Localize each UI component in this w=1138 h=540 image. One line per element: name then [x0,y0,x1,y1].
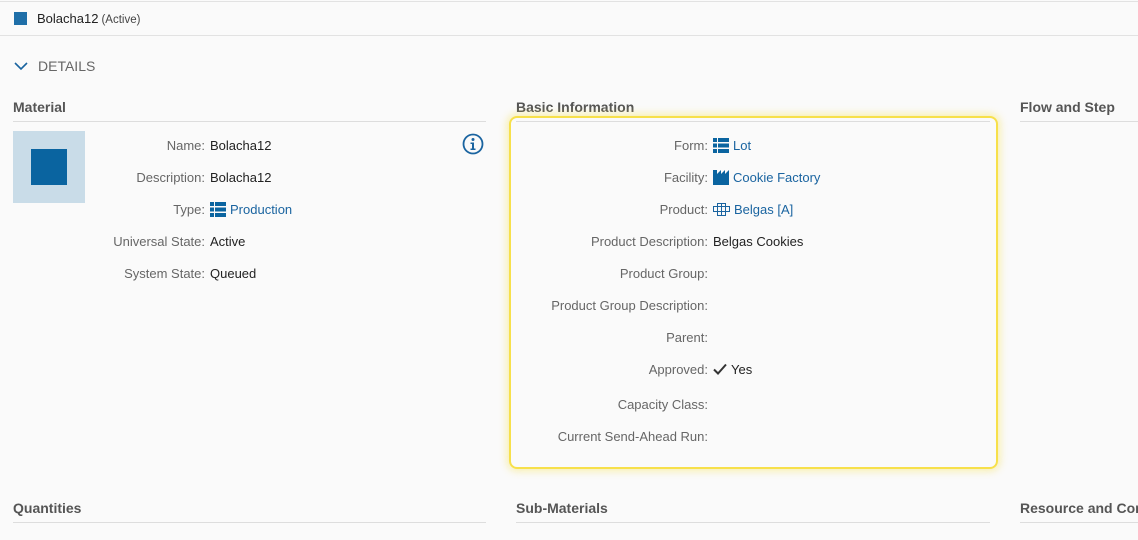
field-label: Name: [90,138,205,153]
field-label: System State: [90,266,205,281]
field-product-description: Product Description: Belgas Cookies [520,232,803,250]
details-toggle[interactable]: DETAILS [14,58,95,74]
field-label: Capacity Class: [520,397,708,412]
list-icon [713,138,729,153]
list-icon [210,202,226,217]
field-label: Current Send-Ahead Run: [520,429,708,444]
field-label: Facility: [520,170,708,185]
field-description: Description: Bolacha12 [90,168,271,186]
field-label: Parent: [520,330,708,345]
details-label: DETAILS [38,58,95,74]
form-value: Lot [733,138,751,153]
field-value: Active [210,234,245,249]
form-link[interactable]: Lot [713,138,751,153]
field-approved: Approved: Yes [520,360,752,378]
material-thumbnail [13,131,85,203]
type-value: Production [230,202,292,217]
product-icon [713,202,730,217]
field-label: Product Description: [520,234,708,249]
flow-step-heading: Flow and Step [1020,99,1138,122]
field-product: Product: Belgas [A] [520,200,793,218]
field-label: Product Group Description: [520,298,708,313]
field-form: Form: Lot [520,136,751,154]
field-label: Product: [520,202,708,217]
field-label: Product Group: [520,266,708,281]
field-facility: Facility: Cookie Factory [520,168,820,186]
entity-state: (Active) [101,14,140,26]
field-label: Description: [90,170,205,185]
entity-title: Bolacha12(Active) [37,11,140,26]
field-value: Queued [210,266,256,281]
field-universal-state: Universal State: Active [90,232,245,250]
field-parent: Parent: [520,328,713,346]
field-name: Name: Bolacha12 [90,136,271,154]
field-label: Universal State: [90,234,205,249]
field-label: Approved: [520,362,708,377]
approved-value: Yes [731,362,752,377]
resource-heading: Resource and Con [1020,500,1138,523]
field-label: Form: [520,138,708,153]
product-link[interactable]: Belgas [A] [713,202,793,217]
field-product-group: Product Group: [520,264,713,282]
field-current-send-ahead-run: Current Send-Ahead Run: [520,427,713,445]
field-product-group-description: Product Group Description: [520,296,713,314]
facility-value: Cookie Factory [733,170,820,185]
field-value: Bolacha12 [210,138,271,153]
material-heading: Material [13,99,486,122]
product-value: Belgas [A] [734,202,793,217]
info-icon[interactable] [462,133,484,155]
entity-header: Bolacha12(Active) [0,1,1138,36]
material-icon [14,12,27,25]
field-value: Bolacha12 [210,170,271,185]
sub-materials-heading: Sub-Materials [516,500,990,523]
facility-link[interactable]: Cookie Factory [713,170,820,185]
factory-icon [713,170,729,185]
quantities-heading: Quantities [13,500,486,523]
field-value: Belgas Cookies [713,234,803,249]
check-icon [713,363,727,375]
field-system-state: System State: Queued [90,264,256,282]
field-type: Type: Production [90,200,292,218]
field-capacity-class: Capacity Class: [520,395,713,413]
type-link[interactable]: Production [210,202,292,217]
entity-name: Bolacha12 [37,11,98,26]
field-label: Type: [90,202,205,217]
chevron-down-icon [14,62,28,71]
